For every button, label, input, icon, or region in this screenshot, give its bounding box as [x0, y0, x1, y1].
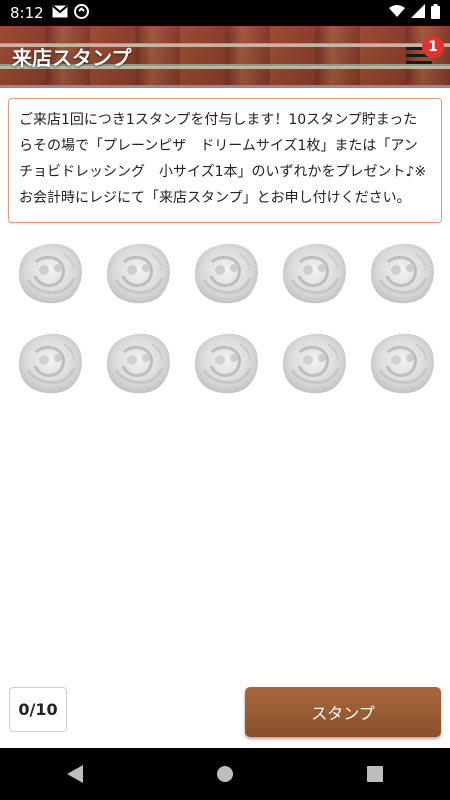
- stamp-placeholder-icon: [281, 242, 348, 305]
- battery-icon: [431, 3, 440, 23]
- stamp-placeholder-icon: [369, 332, 436, 395]
- stamp-row: [14, 330, 438, 396]
- stamp-button[interactable]: スタンプ: [245, 687, 441, 737]
- gmail-icon: [52, 4, 68, 22]
- stamp-placeholder-icon: [17, 242, 84, 305]
- stamp-row: [14, 240, 438, 306]
- stamp-placeholder-icon: [105, 242, 172, 305]
- sync-icon: [73, 3, 89, 23]
- stamp-notice-box: ご来店1回につき1スタンプを付与します！10スタンプ貯まったらその場で「プレーン…: [8, 98, 442, 223]
- back-icon[interactable]: [55, 754, 95, 794]
- signal-icon: [411, 4, 425, 22]
- notice-text: ご来店1回につき1スタンプを付与します！10スタンプ貯まったらその場で「プレーン…: [19, 112, 427, 206]
- stamp-placeholder-icon: [105, 332, 172, 395]
- notification-badge: 1: [422, 36, 444, 58]
- stamp-placeholder-icon: [369, 242, 436, 305]
- stamp-placeholder-icon: [193, 242, 260, 305]
- wifi-icon: [389, 4, 405, 22]
- status-time: 8:12: [10, 4, 44, 22]
- android-nav-bar: [0, 748, 450, 800]
- recents-icon[interactable]: [355, 754, 395, 794]
- home-icon[interactable]: [205, 754, 245, 794]
- status-bar: 8:12: [0, 0, 450, 26]
- page-title: 来店スタンプ: [12, 46, 132, 70]
- stamp-placeholder-icon: [193, 332, 260, 395]
- stamp-placeholder-icon: [281, 332, 348, 395]
- stamp-counter: 0/10: [9, 687, 67, 732]
- stamp-placeholder-icon: [17, 332, 84, 395]
- stamp-card: [14, 240, 438, 420]
- app-header: 来店スタンプ 1: [0, 26, 450, 88]
